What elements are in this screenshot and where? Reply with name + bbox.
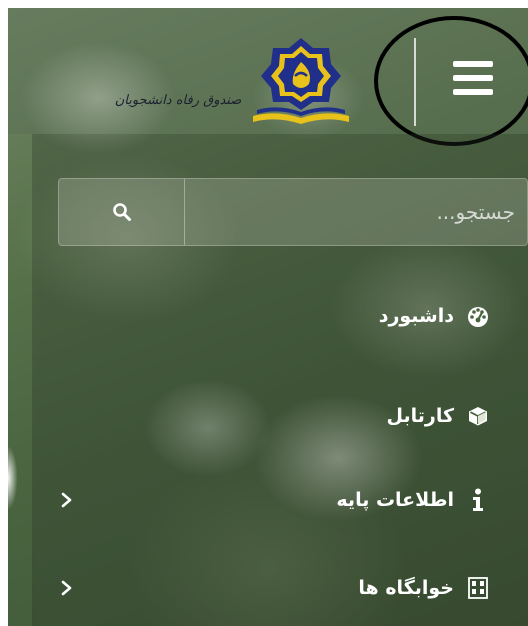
sidebar-item-cartable[interactable]: کارتابل [36, 386, 528, 446]
search-button[interactable] [59, 179, 185, 245]
brand-caption: صندوق رفاه دانشجویان [108, 78, 248, 118]
sidebar-item-label: اطلاعات پایه [336, 489, 454, 511]
sidebar-item-dormitories[interactable]: خوابگاه ها [36, 558, 528, 618]
search-input[interactable] [185, 179, 528, 245]
chevron-right-icon [60, 579, 74, 597]
annotation-circle [374, 16, 528, 146]
sidebar-item-dashboard[interactable]: داشبورد [36, 286, 528, 346]
sidebar-item-basic-info[interactable]: اطلاعات پایه [36, 470, 528, 530]
search-icon [112, 203, 131, 221]
logo-caption-calligraphy: صندوق رفاه دانشجویان [115, 93, 242, 108]
dormitory-icon [466, 576, 490, 600]
search-box [58, 178, 528, 246]
cube-icon [466, 404, 490, 428]
sidebar-item-label: کارتابل [386, 405, 454, 427]
sidebar-item-label: خوابگاه ها [358, 577, 454, 599]
chevron-right-icon [60, 491, 74, 509]
brand-logo[interactable] [251, 30, 351, 130]
svg-text:صندوق رفاه دانشجویان: صندوق رفاه دانشجویان [115, 93, 242, 108]
info-icon [466, 488, 490, 512]
sidebar-item-label: داشبورد [378, 305, 454, 327]
dashboard-gauge-icon [466, 304, 490, 328]
background-highlight [8, 438, 22, 518]
app-shell: صندوق رفاه دانشجویان جستجو... داشبورد کا… [8, 8, 528, 626]
logo-emblem-icon [253, 38, 349, 124]
